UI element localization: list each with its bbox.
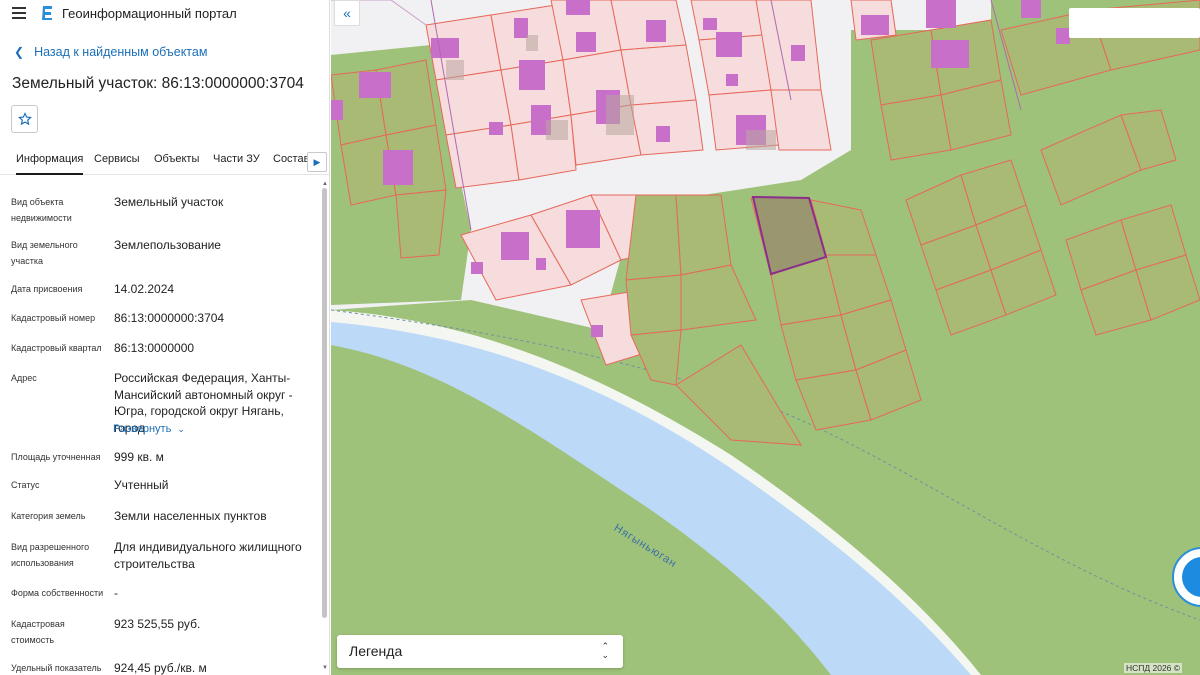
property-value: 999 кв. м (114, 450, 164, 464)
map-canvas[interactable]: Нягыньюган (331, 0, 1200, 675)
property-key: Форма собственности (11, 588, 104, 598)
double-chevron-left-icon: « (343, 5, 351, 21)
top-bar: Геоинформационный портал (0, 0, 329, 28)
collapse-panel-button[interactable]: « (334, 0, 360, 26)
map-copyright: НСПД 2026 © (1124, 663, 1183, 673)
property-key: Категория земель (11, 511, 86, 521)
tab-services[interactable]: Сервисы (94, 153, 140, 165)
chevron-right-icon: ▶ (313, 156, 321, 167)
scroll-thumb[interactable] (322, 188, 327, 618)
chevron-down-icon: ⌄ (177, 424, 185, 434)
map-graphics (331, 0, 1200, 675)
favorite-button[interactable] (11, 105, 38, 133)
property-key: Кадастровый квартал (11, 343, 102, 353)
property-value: 923 525,55 руб. (114, 617, 201, 631)
legend-label: Легенда (349, 643, 403, 659)
chat-icon (1182, 557, 1200, 597)
back-to-results-link[interactable]: ❮ Назад к найденным объектам (14, 45, 207, 59)
star-icon (17, 112, 32, 126)
expand-label: Развернуть (113, 423, 172, 435)
expand-address-link[interactable]: Развернуть ⌄ (113, 423, 185, 435)
property-value: - (114, 586, 118, 600)
property-key: Площадь уточненная (11, 452, 101, 462)
legend-dropdown[interactable]: Легенда ⌃ ⌄ (337, 635, 623, 668)
property-value: Учтенный (114, 478, 169, 492)
tab-information[interactable]: Информация (16, 153, 84, 175)
property-key: Вид разрешенного использования (11, 542, 90, 568)
app-title: Геоинформационный портал (62, 6, 237, 21)
tabs-next-button[interactable]: ▶ (307, 152, 327, 172)
property-key: Адрес (11, 373, 37, 383)
menu-icon[interactable] (12, 7, 26, 19)
scroll-up-icon[interactable]: ▲ (321, 180, 329, 188)
scroll-down-icon[interactable]: ▼ (321, 664, 329, 672)
property-key: Дата присвоения (11, 284, 83, 294)
tab-composition[interactable]: Состав (273, 153, 309, 165)
tab-parcel-parts[interactable]: Части ЗУ (213, 153, 260, 165)
property-value: 924,45 руб./кв. м (114, 661, 207, 675)
property-value: 86:13:0000000:3704 (114, 311, 225, 325)
portal-logo-icon (42, 6, 52, 20)
page-title: Земельный участок: 86:13:0000000:3704 (12, 75, 304, 92)
property-key: Кадастровый номер (11, 313, 96, 323)
panel-scrollbar[interactable]: ▲ ▼ (321, 180, 329, 675)
tab-bar: Информация Сервисы Объекты Части ЗУ Сост… (0, 145, 329, 175)
property-key: Вид объекта недвижимости (11, 197, 72, 223)
back-link-label: Назад к найденным объектам (34, 45, 208, 59)
side-panel: Геоинформационный портал ❮ Назад к найден… (0, 0, 330, 675)
property-key: Кадастровая стоимость (11, 619, 65, 645)
property-value: 14.02.2024 (114, 282, 175, 296)
property-value: Для индивидуального жилищного строительс… (114, 540, 302, 571)
map-search-box[interactable] (1069, 8, 1200, 38)
expand-collapse-icon: ⌃ ⌄ (601, 641, 609, 660)
property-key: Вид земельного участка (11, 240, 78, 266)
property-key: Статус (11, 480, 40, 490)
property-key: Удельный показатель (11, 663, 102, 673)
tab-objects[interactable]: Объекты (154, 153, 199, 165)
properties-list: Вид объекта недвижимости Земельный участ… (0, 180, 320, 675)
property-value: Земли населенных пунктов (114, 509, 267, 523)
property-value: Землепользование (114, 238, 221, 252)
chevron-left-icon: ❮ (14, 45, 25, 59)
property-value: Земельный участок (114, 195, 224, 209)
property-value: 86:13:0000000 (114, 341, 195, 355)
